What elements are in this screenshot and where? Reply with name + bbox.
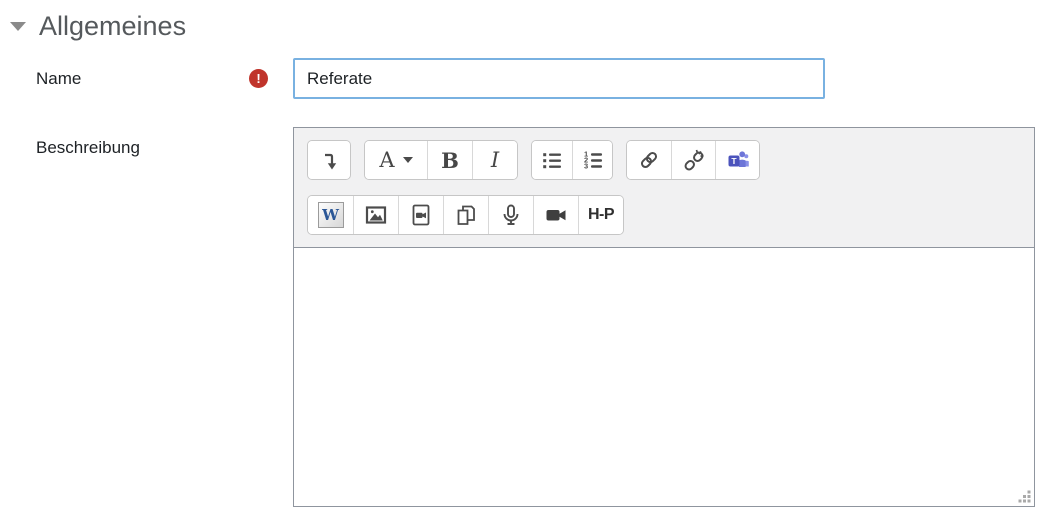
unordered-list-button[interactable] bbox=[532, 141, 572, 179]
description-editor: A B I 1 2 3 T W H-P bbox=[293, 127, 1035, 507]
insert-image-button[interactable] bbox=[353, 196, 398, 234]
unordered-list-icon bbox=[543, 153, 561, 169]
chevron-down-icon bbox=[402, 157, 413, 163]
description-row: Beschreibung A B I 1 2 3 T W H-P bbox=[0, 127, 1044, 507]
unlink-icon bbox=[684, 149, 704, 171]
resize-grip-icon[interactable] bbox=[1018, 490, 1031, 503]
name-input[interactable] bbox=[293, 58, 825, 99]
name-label-column: Name ! bbox=[0, 69, 293, 89]
record-video-button[interactable] bbox=[533, 196, 578, 234]
font-style-button[interactable]: A bbox=[365, 141, 427, 179]
description-label-column: Beschreibung bbox=[0, 127, 293, 158]
unlink-button[interactable] bbox=[671, 141, 715, 179]
manage-files-button[interactable] bbox=[443, 196, 488, 234]
collapse-section-icon[interactable] bbox=[10, 22, 26, 31]
collapse-toolbar-button[interactable] bbox=[308, 141, 350, 179]
description-label: Beschreibung bbox=[36, 138, 140, 157]
toolbar-row-2: W H-P bbox=[307, 195, 1021, 235]
editor-toolbar: A B I 1 2 3 T W H-P bbox=[294, 128, 1034, 248]
italic-button[interactable]: I bbox=[472, 141, 517, 179]
teams-meeting-button[interactable]: T bbox=[715, 141, 759, 179]
toolbar-row-1: A B I 1 2 3 T bbox=[307, 140, 1021, 180]
svg-text:3: 3 bbox=[584, 161, 588, 170]
ordered-list-icon: 1 2 3 bbox=[584, 149, 602, 170]
microphone-icon bbox=[503, 204, 519, 225]
italic-icon: I bbox=[490, 147, 500, 172]
section-header-allgemeines: Allgemeines bbox=[0, 0, 1044, 42]
name-row: Name ! bbox=[0, 58, 1044, 99]
image-icon bbox=[365, 206, 387, 224]
video-camera-icon bbox=[546, 210, 566, 221]
font-style-letter: A bbox=[379, 147, 395, 172]
word-icon: W bbox=[317, 202, 344, 228]
required-icon: ! bbox=[249, 69, 268, 88]
media-icon bbox=[412, 204, 430, 226]
insert-media-button[interactable] bbox=[398, 196, 443, 234]
files-icon bbox=[457, 205, 475, 225]
link-icon bbox=[640, 151, 658, 169]
link-button[interactable] bbox=[627, 141, 671, 179]
word-import-button[interactable]: W bbox=[308, 196, 353, 234]
collapse-arrow-icon bbox=[325, 153, 337, 170]
h5p-button[interactable]: H-P bbox=[578, 196, 623, 234]
record-audio-button[interactable] bbox=[488, 196, 533, 234]
link-group: T bbox=[626, 140, 760, 180]
svg-text:T: T bbox=[731, 156, 737, 166]
text-format-group: A B I bbox=[364, 140, 518, 180]
collapse-group bbox=[307, 140, 351, 180]
section-title[interactable]: Allgemeines bbox=[39, 11, 186, 42]
list-group: 1 2 3 bbox=[531, 140, 613, 180]
bold-icon: B bbox=[441, 147, 459, 173]
description-textarea[interactable] bbox=[294, 248, 1034, 506]
h5p-icon: H-P bbox=[587, 206, 615, 223]
name-label: Name bbox=[36, 68, 82, 88]
media-group: W H-P bbox=[307, 195, 624, 235]
bold-button[interactable]: B bbox=[427, 141, 472, 179]
ordered-list-button[interactable]: 1 2 3 bbox=[572, 141, 612, 179]
teams-icon: T bbox=[728, 151, 749, 167]
